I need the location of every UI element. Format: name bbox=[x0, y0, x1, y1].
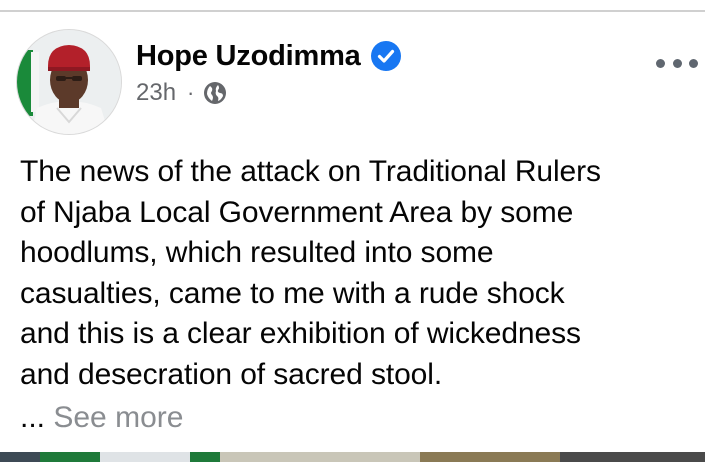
author-name[interactable]: Hope Uzodimma bbox=[136, 40, 361, 72]
globe-icon bbox=[204, 82, 227, 104]
truncation-ellipsis: ... bbox=[20, 401, 46, 434]
top-divider bbox=[0, 0, 705, 12]
post-text-line: of Njaba Local Government Area by some bbox=[20, 195, 574, 229]
more-dot bbox=[672, 58, 682, 68]
post-text-line: The news of the attack on Traditional Ru… bbox=[20, 155, 601, 188]
post-text-line: hoodlums, which resulted into some bbox=[20, 236, 494, 269]
author-line: Hope Uzodimma bbox=[136, 40, 401, 72]
author-avatar[interactable] bbox=[17, 30, 121, 134]
avatar-image bbox=[17, 30, 121, 134]
post-meta: 23h · bbox=[136, 79, 227, 107]
more-dot bbox=[689, 58, 698, 68]
see-more-link[interactable]: See more bbox=[53, 401, 183, 434]
more-dot bbox=[656, 58, 665, 68]
verified-badge-icon bbox=[370, 41, 401, 71]
post-text-line: and desecration of sacred stool. bbox=[20, 357, 443, 391]
see-more-row: ... See more bbox=[20, 398, 183, 438]
post-card: Hope Uzodimma 23h · The news of the atta… bbox=[0, 12, 705, 462]
meta-separator: · bbox=[187, 80, 195, 105]
post-text-line: casualties, came to me with a rude shock bbox=[20, 276, 565, 310]
more-options-icon[interactable] bbox=[656, 52, 698, 74]
post-media-preview[interactable] bbox=[0, 452, 705, 462]
post-timestamp[interactable]: 23h bbox=[136, 79, 176, 107]
post-text-line: and this is a clear exhibition of wicked… bbox=[20, 317, 581, 350]
post-text: The news of the attack on Traditional Ru… bbox=[20, 152, 690, 395]
